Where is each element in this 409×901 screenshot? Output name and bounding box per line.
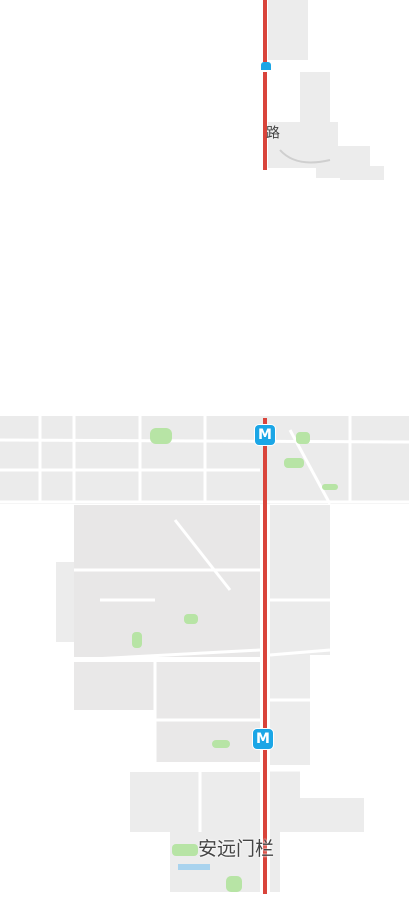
metro-station-icon[interactable]: M — [253, 729, 273, 749]
map-canvas[interactable] — [0, 0, 409, 897]
metro-line-south — [263, 418, 267, 894]
water — [178, 864, 210, 870]
metro-station-icon[interactable]: M — [255, 425, 275, 445]
metro-station-partial-icon[interactable] — [261, 62, 271, 70]
north-tile — [263, 0, 384, 180]
metro-line-north — [263, 0, 267, 62]
map-view[interactable]: M M 路 安远门栏 — [0, 0, 409, 897]
south-tile — [0, 416, 409, 892]
road-label-north: 路 — [264, 125, 280, 139]
road-label-south: 安远门栏 — [198, 838, 275, 860]
